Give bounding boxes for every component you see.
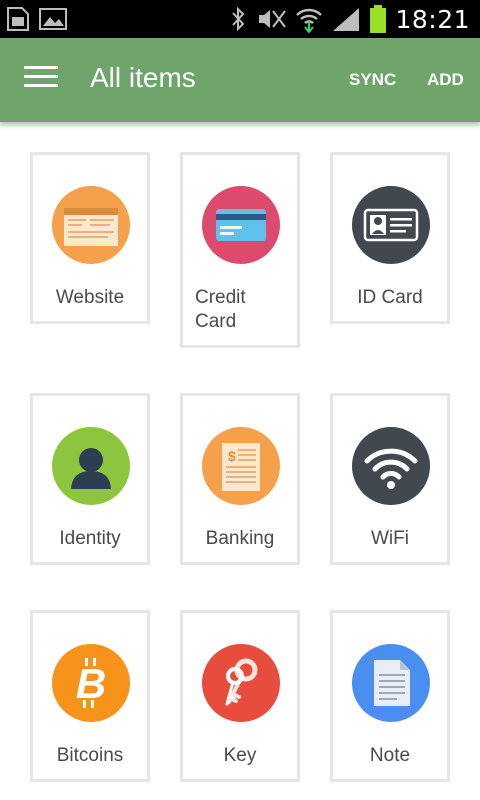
item-label: Credit Card (195, 286, 297, 334)
wifi-icon (296, 8, 323, 33)
page-title: All items (90, 62, 196, 93)
item-label: Bitcoins (56, 745, 124, 766)
svg-text:B: B (76, 660, 106, 707)
status-bar-left (6, 6, 68, 32)
item-label: Note (369, 745, 411, 766)
banking-icon: $ (202, 427, 280, 505)
menu-icon[interactable] (24, 66, 58, 92)
item-id-card[interactable]: ID Card (330, 152, 450, 324)
item-label: Key (223, 745, 257, 766)
item-bitcoins[interactable]: B Bitcoins (30, 610, 150, 782)
item-wifi[interactable]: WiFi (330, 393, 450, 565)
status-bar-right: 18:21 (229, 3, 470, 35)
credit-card-icon (202, 186, 280, 264)
item-note[interactable]: Note (330, 610, 450, 782)
app-bar: All items SYNC ADD (0, 38, 480, 122)
id-card-icon (352, 186, 430, 264)
website-icon (52, 186, 130, 264)
item-key[interactable]: Key (180, 610, 300, 782)
battery-icon (370, 5, 387, 33)
note-icon (352, 644, 430, 722)
mute-icon (259, 10, 287, 28)
signal-icon (333, 8, 360, 31)
svg-text:$: $ (228, 448, 236, 464)
item-banking[interactable]: $ Banking (180, 393, 300, 565)
wifi-icon (352, 427, 430, 505)
item-label: ID Card (357, 287, 423, 308)
bluetooth-icon (232, 6, 245, 32)
bitcoin-icon: B (52, 644, 130, 722)
item-label: Identity (59, 528, 121, 549)
identity-icon (52, 427, 130, 505)
status-bar: 18:21 (0, 0, 480, 38)
add-button[interactable]: ADD (427, 70, 464, 90)
item-label-line1: Credit (195, 287, 246, 308)
gallery-icon (39, 8, 67, 30)
status-clock: 18:21 (395, 4, 470, 34)
item-label: Website (55, 287, 125, 308)
item-website[interactable]: Website (30, 152, 150, 324)
item-credit-card[interactable]: Credit Card (180, 152, 300, 348)
item-label-line2: Card (195, 311, 237, 332)
sync-button[interactable]: SYNC (349, 70, 396, 90)
item-identity[interactable]: Identity (30, 393, 150, 565)
item-label: Banking (205, 528, 275, 549)
sim-card-icon (7, 7, 29, 31)
item-label: WiFi (371, 528, 409, 549)
key-icon (202, 644, 280, 722)
